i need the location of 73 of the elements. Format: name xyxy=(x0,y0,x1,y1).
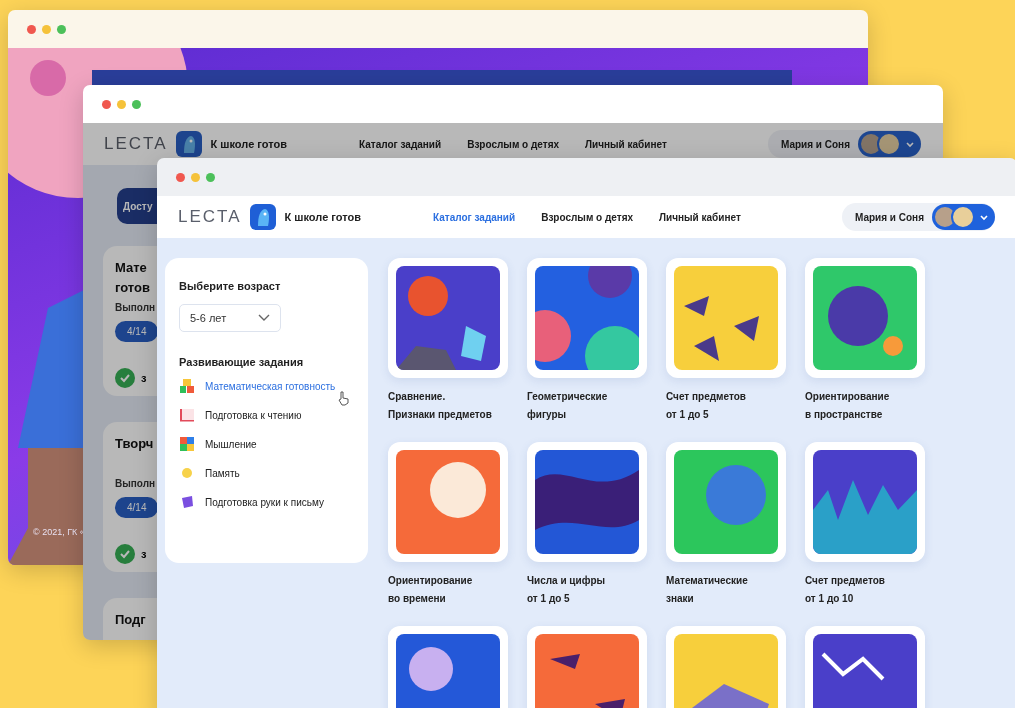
task-title[interactable]: во времени xyxy=(388,590,508,608)
chevron-down-icon xyxy=(258,314,270,322)
chevron-down-icon[interactable] xyxy=(905,139,915,149)
task-title[interactable]: знаки xyxy=(666,590,786,608)
nav-link[interactable]: Каталог заданий xyxy=(433,211,516,223)
section-title: Развивающие задания xyxy=(179,356,304,368)
avatar-icon xyxy=(951,205,975,229)
nav-link[interactable]: Взрослым о детях xyxy=(467,138,560,150)
category-item[interactable]: Память xyxy=(179,465,336,481)
app-name: К школе готов xyxy=(210,138,287,150)
task-title[interactable]: Ориентирование xyxy=(805,388,925,406)
category-icon xyxy=(179,494,195,510)
progress-caption: Выполн xyxy=(115,302,156,313)
nav-link[interactable]: Личный кабинет xyxy=(659,211,741,223)
task-title[interactable]: Ориентирование xyxy=(388,572,508,590)
check-icon xyxy=(115,544,135,564)
task-title[interactable]: от 1 до 10 xyxy=(805,590,925,608)
task-card[interactable] xyxy=(805,442,925,562)
task-title[interactable]: Признаки предметов xyxy=(388,406,508,424)
age-select[interactable]: 5-6 лет xyxy=(179,304,281,332)
category-item[interactable]: Подготовка к чтению xyxy=(179,407,336,423)
progress-caption: Выполн xyxy=(115,478,156,489)
user-name: Мария и Соня xyxy=(781,138,850,150)
avatar-icon xyxy=(877,132,901,156)
card-title: Подг xyxy=(115,611,146,629)
user-name: Мария и Соня xyxy=(855,211,924,223)
task-title[interactable]: Счет предметов xyxy=(805,572,925,590)
app-icon[interactable] xyxy=(249,204,276,230)
progress-badge: 4/14 xyxy=(115,321,159,342)
category-item[interactable]: Подготовка руки к письму xyxy=(179,494,336,510)
task-title[interactable]: Счет предметов xyxy=(666,388,786,406)
card-title: Мате xyxy=(115,259,148,277)
user-menu[interactable]: Мария и Соня xyxy=(842,203,995,231)
close-window-icon[interactable] xyxy=(176,172,185,182)
task-card[interactable] xyxy=(666,258,786,378)
close-window-icon[interactable] xyxy=(102,99,111,109)
task-title[interactable]: Сравнение. xyxy=(388,388,508,406)
task-title[interactable]: Геометрические xyxy=(527,388,647,406)
category-icon xyxy=(179,436,195,452)
task-title[interactable]: в пространстве xyxy=(805,406,925,424)
close-window-icon[interactable] xyxy=(27,24,36,34)
category-icon xyxy=(179,465,195,481)
pointer-cursor-icon xyxy=(337,391,350,406)
task-title[interactable]: Математические xyxy=(666,572,786,590)
status-text: з xyxy=(141,372,147,384)
card-title: Творч xyxy=(115,435,154,453)
card-title: готов xyxy=(115,279,150,297)
task-card[interactable] xyxy=(388,258,508,378)
app-name: К школе готов xyxy=(284,211,361,223)
age-label: Выберите возраст xyxy=(179,280,281,292)
nav-link[interactable]: Каталог заданий xyxy=(359,138,442,150)
category-item[interactable]: Мышление xyxy=(179,436,336,452)
app-icon[interactable] xyxy=(175,131,202,157)
user-menu[interactable]: Мария и Соня xyxy=(768,130,921,158)
status-text: з xyxy=(141,548,147,560)
progress-badge: 4/14 xyxy=(115,497,159,518)
task-title[interactable]: от 1 до 5 xyxy=(666,406,786,424)
category-icon xyxy=(179,378,195,394)
task-card[interactable] xyxy=(805,258,925,378)
task-title[interactable]: от 1 до 5 xyxy=(527,590,647,608)
logo-text[interactable]: LECTA xyxy=(178,207,242,227)
category-item[interactable]: Математическая готовность xyxy=(179,378,336,394)
primary-button[interactable]: Досту xyxy=(117,188,157,224)
task-card[interactable] xyxy=(527,258,647,378)
nav-link[interactable]: Взрослым о детях xyxy=(541,211,634,223)
task-title[interactable]: Числа и цифры xyxy=(527,572,647,590)
chevron-down-icon[interactable] xyxy=(979,212,989,222)
logo-text[interactable]: LECTA xyxy=(104,134,168,154)
task-title[interactable]: фигуры xyxy=(527,406,647,424)
nav-link[interactable]: Личный кабинет xyxy=(585,138,667,150)
task-card[interactable] xyxy=(527,442,647,562)
category-icon xyxy=(179,407,195,423)
check-icon xyxy=(115,368,135,388)
